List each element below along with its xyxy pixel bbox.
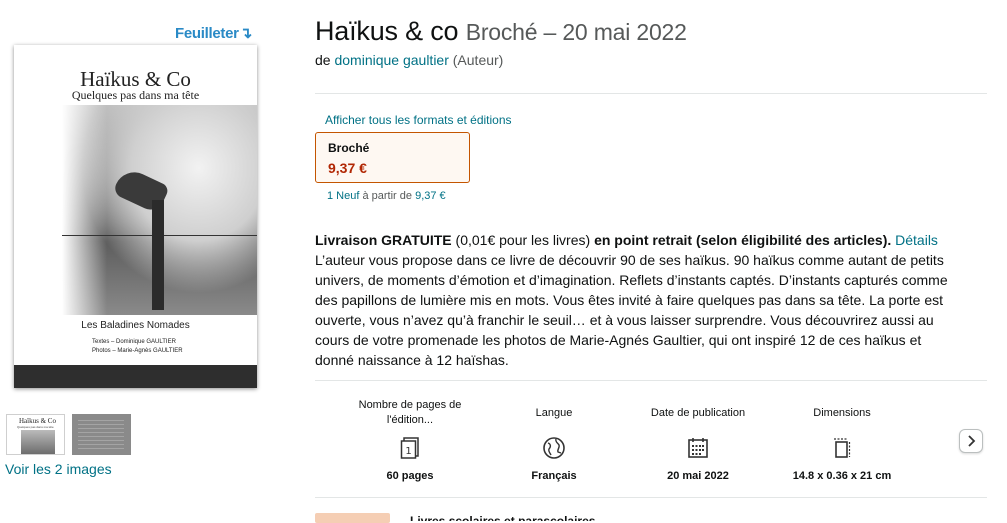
detail-dimensions-value: 14.8 x 0.36 x 21 cm [792,470,892,482]
dimensions-icon [782,436,902,460]
offers-text: à partir de [362,190,413,202]
byline: de dominique gaultier (Auteur) [315,52,503,68]
new-offers-link[interactable]: 1 Neuf [327,190,359,202]
detail-publication-date: Date de publication 20 mai 2022 [638,398,758,483]
product-details-carousel: Nombre de pages de l'édition... 1 60 pag… [340,398,940,488]
cover-credits-texts: Textes – Dominique GAULTIER [92,339,176,345]
product-format-date: Broché – 20 mai 2022 [465,19,687,45]
cover-subtitle: Quelques pas dans ma tête [71,88,200,102]
globe-icon [494,436,614,460]
feuilleter-link[interactable]: Feuilleter↴ [175,24,252,42]
detail-pages-label: Nombre de pages de l'édition... [358,399,462,426]
detail-language-value: Français [531,470,577,482]
delivery-pickup-label: en point retrait (selon éligibilité des … [594,232,892,248]
detail-language: Langue Français [494,398,614,483]
calendar-icon [638,436,758,460]
format-option-broche[interactable]: Broché 9,37 € [315,132,470,183]
svg-text:1: 1 [405,446,411,457]
thumbnail-1-title: Haïkus & Co [19,417,56,425]
carousel-next-button[interactable] [959,429,983,453]
product-description: Livraison GRATUITE (0,01€ pour les livre… [315,230,955,370]
detail-date-label: Date de publication [650,406,746,419]
format-price: 9,37 € [328,160,367,176]
cover-credits-photos: Photos – Marie-Agnès GAULTIER [92,348,183,354]
pages-icon: 1 [350,436,470,460]
chevron-right-icon [968,435,976,447]
description-body: L’auteur vous propose dans ce livre de d… [315,252,948,368]
author-link[interactable]: dominique gaultier [334,52,448,68]
see-all-images-link[interactable]: Voir les 2 images [5,461,112,477]
author-role: (Auteur) [452,52,504,68]
thumbnail-1[interactable]: Haïkus & Co Quelques pas dans ma tête [6,414,65,455]
format-name: Broché [328,141,370,155]
product-title: Haïkus & co [315,16,459,46]
cover-bottom-bar [14,365,257,388]
cover-credits: Textes – Dominique GAULTIER Photos – Mar… [92,338,183,356]
detail-dimensions-label: Dimensions [813,406,871,419]
thumbnail-2[interactable] [72,414,131,455]
detail-date-value: 20 mai 2022 [667,470,729,482]
category-badge [315,513,390,523]
divider [315,93,987,94]
book-cover-image[interactable]: Haïkus & Co Quelques pas dans ma tête Le… [14,45,257,388]
offers-price-link[interactable]: 9,37 € [415,190,446,202]
thumbnail-2-text-lines [78,420,124,450]
delivery-details-link[interactable]: Détails [895,232,938,248]
detail-language-label: Langue [535,406,573,419]
arrow-down-icon: ↴ [239,25,253,42]
detail-pages-value: 60 pages [386,470,434,482]
category-text: Livres scolaires et parascolaires [410,514,596,521]
cover-publisher: Les Baladines Nomades [81,320,190,331]
delivery-free-label: Livraison GRATUITE [315,232,452,248]
cover-photo-post [152,200,164,310]
detail-dimensions: Dimensions 14.8 x 0.36 x 21 cm [782,398,902,483]
product-title-line: Haïkus & co Broché – 20 mai 2022 [315,16,687,47]
divider [315,497,987,498]
delivery-price-note: (0,01€ pour les livres) [451,232,595,248]
divider [315,380,987,381]
byline-prefix: de [315,52,331,68]
thumbnail-1-photo [21,430,55,454]
thumbnail-1-subtitle: Quelques pas dans ma tête [17,425,54,429]
all-formats-link[interactable]: Afficher tous les formats et éditions [325,113,512,127]
detail-pages: Nombre de pages de l'édition... 1 60 pag… [350,398,470,482]
feuilleter-label: Feuilleter [175,25,239,42]
offers-line: 1 Neuf à partir de 9,37 € [327,190,446,202]
